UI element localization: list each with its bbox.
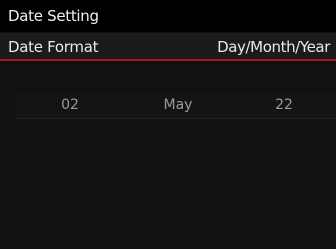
year-field[interactable]: 22	[232, 92, 336, 119]
date-format-label: Date Format	[8, 38, 99, 56]
day-field[interactable]: 02	[16, 92, 124, 119]
date-format-row[interactable]: Date Format Day/Month/Year	[0, 33, 336, 61]
page-title: Date Setting	[8, 7, 99, 25]
date-format-value: Day/Month/Year	[217, 38, 330, 56]
selection-underline	[0, 59, 336, 61]
month-field[interactable]: May	[124, 92, 232, 119]
title-bar: Date Setting	[0, 0, 336, 32]
